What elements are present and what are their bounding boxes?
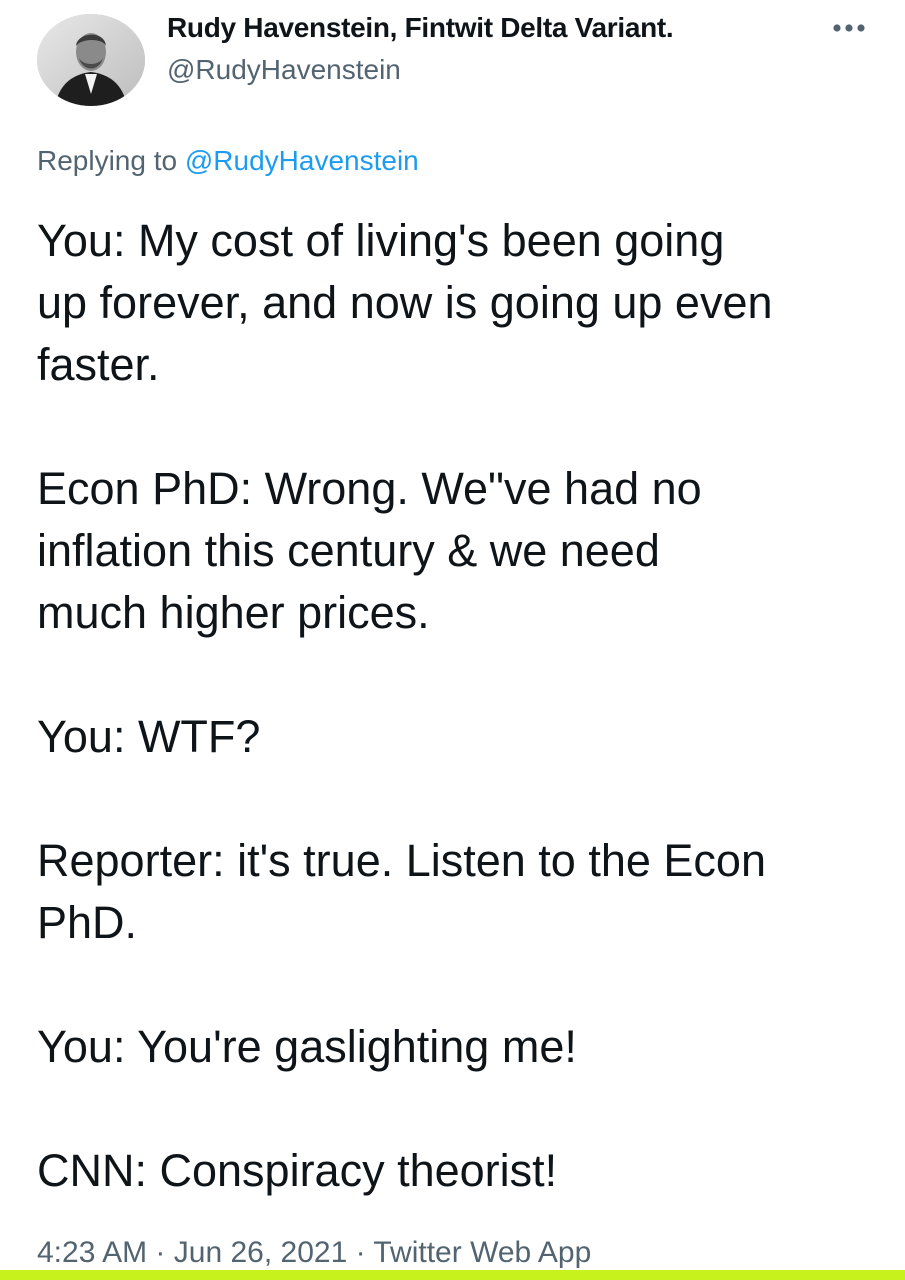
tweet-paragraph: You: My cost of living's been going up fo… [37,210,877,396]
tweet-paragraph: You: WTF? [37,706,877,768]
tweet-metadata: 4:23 AM · Jun 26, 2021 · Twitter Web App [37,1236,591,1270]
tweet-paragraph: Econ PhD: Wrong. We"ve had no inflation t… [37,458,877,644]
tweet-line: You: You're gaslighting me! [37,1021,577,1072]
replying-to-handle-link[interactable]: @RudyHavenstein [185,145,419,176]
tweet-time[interactable]: 4:23 AM [37,1236,147,1269]
tweet-line: You: My cost of living's been going [37,215,725,266]
replying-to-line: Replying to @RudyHavenstein [37,145,419,177]
author-handle[interactable]: @RudyHavenstein [167,54,401,86]
tweet-line: faster. [37,339,160,390]
highlight-bar [0,1270,905,1280]
tweet-line: Econ PhD: Wrong. We"ve had no [37,463,702,514]
tweet-text: You: My cost of living's been going up fo… [37,210,877,1202]
tweet-paragraph: Reporter: it's true. Listen to the Econ P… [37,830,877,954]
tweet-line: up forever, and now is going up even [37,277,773,328]
avatar[interactable] [37,14,145,106]
tweet-paragraph: You: You're gaslighting me! [37,1016,877,1078]
more-options-button[interactable] [826,8,872,48]
tweet-date[interactable]: Jun 26, 2021 [174,1236,347,1269]
tweet-line: much higher prices. [37,587,430,638]
tweet-paragraph: CNN: Conspiracy theorist! [37,1140,877,1202]
tweet-line: PhD. [37,897,138,948]
meta-separator: · [155,1236,166,1269]
author-display-name[interactable]: Rudy Havenstein, Fintwit Delta Variant. [167,12,674,44]
tweet-line: Reporter: it's true. Listen to the Econ [37,835,766,886]
tweet-line: You: WTF? [37,711,261,762]
tweet-line: inflation this century & we need [37,525,660,576]
meta-separator: · [355,1236,366,1269]
tweet-source[interactable]: Twitter Web App [373,1236,591,1269]
tweet-line: CNN: Conspiracy theorist! [37,1145,558,1196]
avatar-portrait-image [37,14,145,106]
replying-to-label: Replying to [37,145,178,176]
tweet-container: Rudy Havenstein, Fintwit Delta Variant. … [0,0,905,1280]
more-horizontal-icon [833,24,865,32]
